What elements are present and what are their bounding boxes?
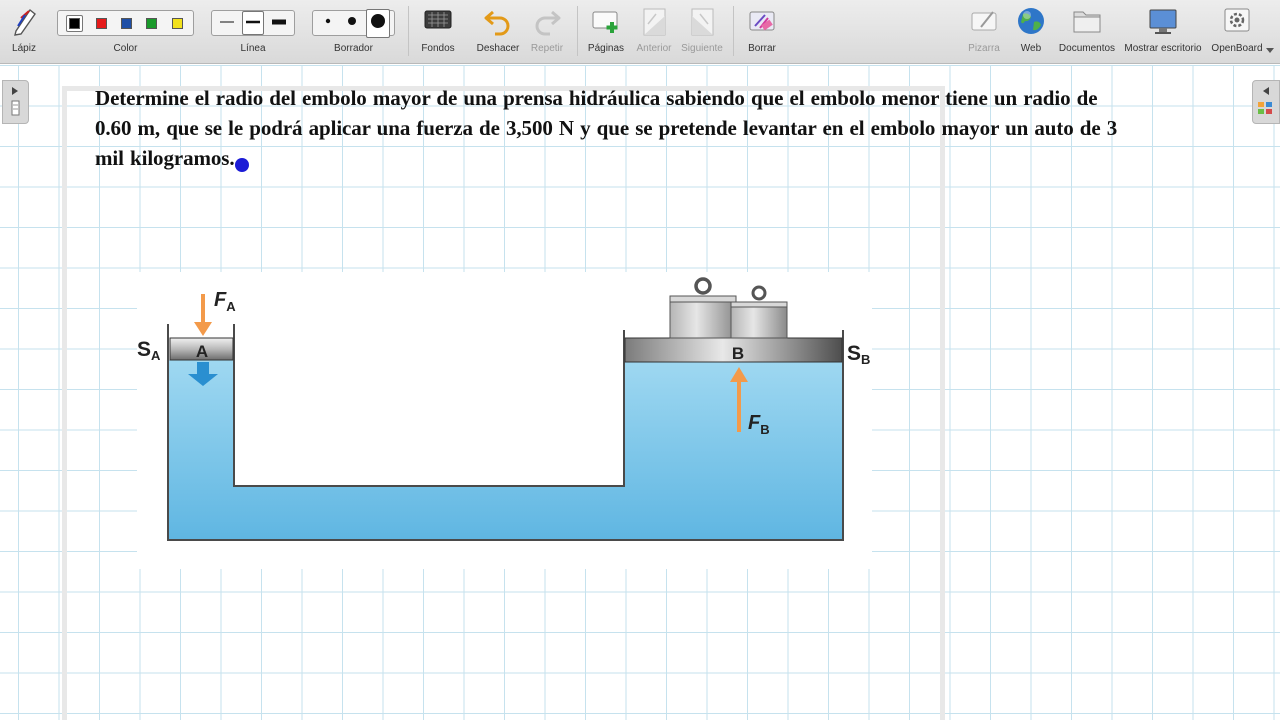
- documents-label: Documentos: [1058, 43, 1116, 54]
- erase-icon: [749, 11, 775, 31]
- color-swatch-green[interactable]: [144, 16, 159, 31]
- right-palette-toggle[interactable]: [1252, 80, 1280, 124]
- previous-page-label: Anterior: [636, 43, 672, 54]
- force-a-arrowhead-icon: [194, 322, 212, 336]
- color-picker: Color: [57, 0, 194, 64]
- board-label: Pizarra: [968, 43, 1000, 54]
- page-frame-right: [940, 86, 945, 720]
- line-options: [211, 10, 295, 36]
- color-swatch-blue[interactable]: [119, 16, 134, 31]
- erase-page-button[interactable]: Borrar: [740, 0, 784, 64]
- show-desktop-button[interactable]: Mostrar escritorio: [1121, 0, 1205, 64]
- pen-label: Lápiz: [12, 43, 36, 54]
- documents-button[interactable]: Documentos: [1058, 0, 1116, 64]
- pages-button[interactable]: Páginas: [584, 0, 628, 64]
- small-piston-label: A: [196, 342, 208, 361]
- board-button[interactable]: Pizarra: [962, 0, 1006, 64]
- next-page-label: Siguiente: [681, 43, 723, 54]
- hydraulic-press-figure[interactable]: A FA SA B FB SB: [137, 272, 872, 569]
- weight-large-handle-icon: [694, 277, 712, 295]
- large-piston-label: B: [732, 344, 744, 363]
- color-swatches: [57, 10, 194, 36]
- area-a-label: SA: [137, 338, 161, 363]
- eraser-small[interactable]: [317, 10, 339, 37]
- left-palette-toggle[interactable]: [2, 80, 29, 124]
- folder-icon: [1073, 11, 1101, 33]
- area-b-label: SB: [847, 342, 870, 367]
- redo-label: Repetir: [530, 43, 564, 54]
- expand-right-icon: [11, 87, 20, 116]
- page-frame-left: [62, 86, 67, 720]
- globe-icon: [1018, 8, 1044, 34]
- weight-small-handle-icon: [751, 285, 767, 301]
- backgrounds-icon: [424, 10, 452, 29]
- line-thin[interactable]: [217, 12, 237, 34]
- hydraulic-press-diagram: A FA SA B FB SB: [137, 277, 870, 541]
- desktop-icon: [1149, 9, 1177, 34]
- web-label: Web: [1020, 43, 1042, 54]
- eraser-options: [312, 8, 395, 38]
- next-page-button[interactable]: Siguiente: [679, 0, 725, 64]
- line-thick[interactable]: [269, 12, 289, 34]
- redo-icon: [535, 10, 561, 36]
- expand-left-icon: [1258, 87, 1272, 114]
- erase-label: Borrar: [748, 43, 776, 54]
- line-label: Línea: [240, 43, 266, 54]
- color-swatch-red[interactable]: [94, 16, 109, 31]
- chevron-down-icon[interactable]: [1266, 48, 1274, 53]
- undo-button[interactable]: Deshacer: [472, 0, 524, 64]
- openboard-menu-button[interactable]: OpenBoard: [1208, 0, 1266, 64]
- undo-label: Deshacer: [476, 43, 520, 54]
- eraser-medium[interactable]: [341, 10, 363, 37]
- add-page-icon: [592, 11, 618, 33]
- line-medium[interactable]: [241, 11, 264, 35]
- previous-page-icon: [643, 8, 666, 36]
- line-width-picker: Línea: [211, 0, 295, 64]
- toolbar: Lápiz Color Línea Borrador Fondos Deshac…: [0, 0, 1280, 64]
- backgrounds-label: Fondos: [421, 43, 455, 54]
- board-icon: [971, 11, 997, 31]
- color-swatch-black[interactable]: [66, 14, 84, 32]
- undo-icon: [484, 10, 510, 36]
- problem-statement: Determine el radio del embolo mayor de u…: [95, 86, 1118, 170]
- fluid: [168, 360, 843, 540]
- next-page-icon: [691, 8, 714, 36]
- toolbar-separator: [733, 6, 734, 56]
- color-swatch-yellow[interactable]: [170, 16, 185, 31]
- toolbar-separator: [408, 6, 409, 56]
- pointer-cursor: [235, 158, 249, 172]
- openboard-label: OpenBoard: [1211, 43, 1263, 54]
- previous-page-button[interactable]: Anterior: [632, 0, 676, 64]
- pen-tool[interactable]: Lápiz: [4, 0, 44, 64]
- web-button[interactable]: Web: [1011, 0, 1051, 64]
- force-a-label: FA: [214, 289, 236, 314]
- redo-button[interactable]: Repetir: [526, 0, 568, 64]
- toolbar-separator: [577, 6, 578, 56]
- color-label: Color: [113, 43, 138, 54]
- pages-label: Páginas: [587, 43, 625, 54]
- eraser-size-picker: Borrador: [312, 0, 395, 64]
- eraser-label: Borrador: [334, 43, 373, 54]
- backgrounds-button[interactable]: Fondos: [414, 0, 462, 64]
- settings-icon: [1224, 8, 1250, 32]
- eraser-large[interactable]: [365, 8, 390, 38]
- pen-icon: [14, 8, 36, 36]
- show-desktop-label: Mostrar escritorio: [1124, 43, 1202, 54]
